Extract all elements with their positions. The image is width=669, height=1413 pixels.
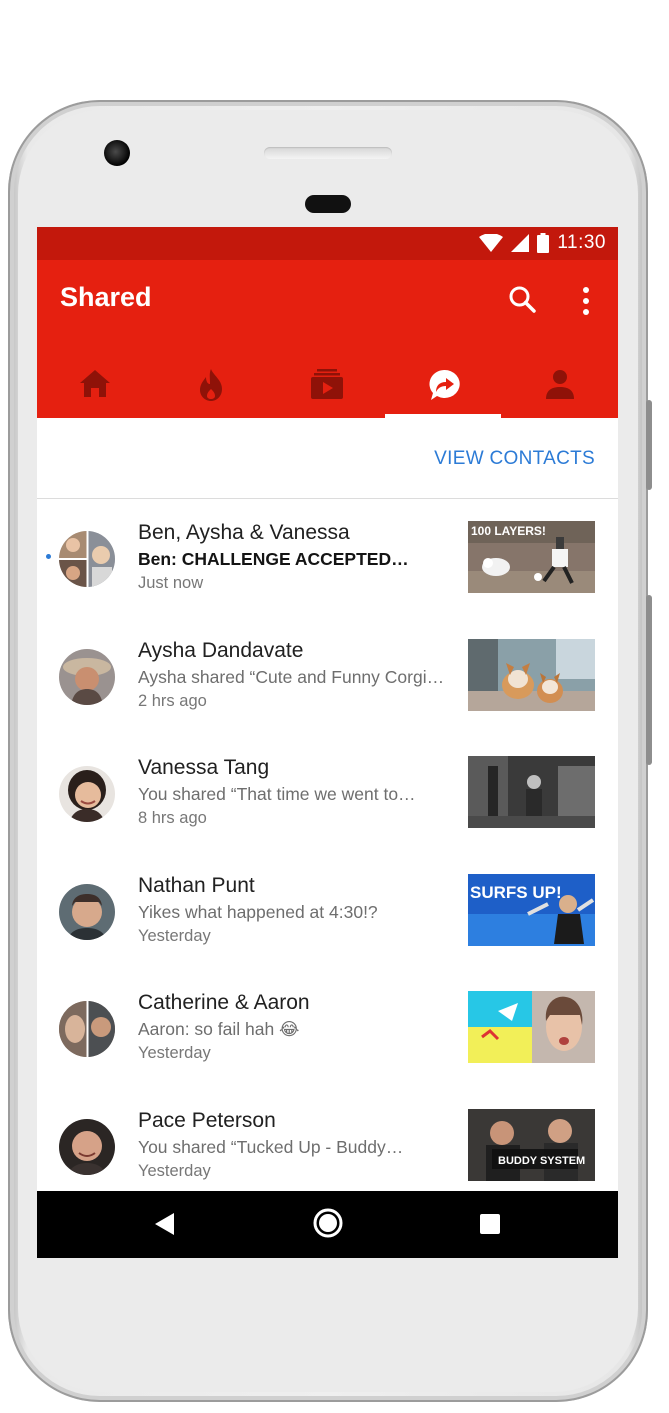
subscriptions-icon bbox=[311, 369, 344, 399]
conversation-row[interactable]: Catherine & Aaron Aaron: so fail hah 😂 Y… bbox=[37, 969, 618, 1087]
system-navigation-bar bbox=[37, 1191, 618, 1258]
home-circle-icon bbox=[313, 1208, 343, 1238]
status-time: 11:30 bbox=[557, 232, 606, 253]
avatar bbox=[59, 1001, 115, 1057]
power-button bbox=[646, 595, 652, 765]
conversation-message: Aysha shared “Cute and Funny Corgi… bbox=[138, 666, 445, 687]
conversation-list: Ben, Aysha & Vanessa Ben: CHALLENGE ACCE… bbox=[37, 499, 618, 1204]
conversation-message: Yikes what happened at 4:30!? bbox=[138, 901, 378, 922]
status-bar: 11:30 bbox=[37, 227, 618, 260]
conversation-row[interactable]: Ben, Aysha & Vanessa Ben: CHALLENGE ACCE… bbox=[37, 499, 618, 617]
back-button[interactable] bbox=[154, 1212, 176, 1241]
conversation-name: Catherine & Aaron bbox=[138, 991, 310, 1014]
view-contacts-button[interactable]: VIEW CONTACTS bbox=[434, 448, 595, 470]
conversation-row[interactable]: Pace Peterson You shared “Tucked Up - Bu… bbox=[37, 1087, 618, 1205]
avatar bbox=[59, 883, 115, 940]
wifi-icon bbox=[479, 234, 504, 252]
recents-icon bbox=[480, 1214, 500, 1234]
more-options-button[interactable] bbox=[574, 284, 598, 318]
conversation-time: 2 hrs ago bbox=[138, 691, 207, 710]
video-thumbnail[interactable] bbox=[468, 638, 595, 711]
back-icon bbox=[155, 1213, 174, 1235]
conversation-row[interactable]: Vanessa Tang You shared “That time we we… bbox=[37, 734, 618, 852]
proximity-sensor bbox=[305, 195, 351, 213]
home-button[interactable] bbox=[313, 1208, 343, 1243]
conversation-message: You shared “Tucked Up - Buddy… bbox=[138, 1136, 404, 1157]
video-thumbnail[interactable]: 100 LAYERS! bbox=[468, 521, 595, 593]
conversation-name: Aysha Dandavate bbox=[138, 638, 304, 662]
battery-icon bbox=[537, 233, 550, 253]
avatar bbox=[59, 766, 115, 822]
tab-subscriptions[interactable] bbox=[269, 360, 385, 418]
thumbnail-caption: BUDDY SYSTEM bbox=[498, 1155, 585, 1167]
conversation-name: Ben, Aysha & Vanessa bbox=[138, 521, 350, 544]
search-icon bbox=[509, 286, 536, 313]
app-bar: Shared bbox=[37, 260, 618, 418]
home-icon bbox=[80, 370, 111, 397]
conversation-message: You shared “That time we went to… bbox=[138, 784, 416, 804]
signal-icon bbox=[511, 234, 530, 252]
contacts-bar: VIEW CONTACTS bbox=[37, 418, 618, 499]
screen: 11:30 Shared VIEW CONTACTS Ben, Aysha & … bbox=[37, 227, 618, 1258]
shared-icon bbox=[429, 369, 460, 400]
conversation-name: Pace Peterson bbox=[138, 1108, 276, 1132]
search-button[interactable] bbox=[507, 284, 539, 316]
thumbnail-caption: SURFS UP! bbox=[470, 883, 562, 902]
tab-bar bbox=[37, 360, 618, 418]
tab-shared[interactable] bbox=[386, 360, 502, 418]
volume-button bbox=[646, 400, 652, 490]
more-vert-icon bbox=[583, 287, 589, 315]
trending-icon bbox=[200, 369, 223, 401]
avatar bbox=[59, 1118, 115, 1175]
tab-account[interactable] bbox=[502, 360, 618, 418]
conversation-time: Yesterday bbox=[138, 1044, 211, 1062]
tab-trending[interactable] bbox=[153, 360, 269, 418]
front-camera bbox=[104, 140, 130, 166]
video-thumbnail[interactable] bbox=[468, 756, 595, 828]
unread-indicator bbox=[46, 554, 51, 559]
conversation-row[interactable]: Nathan Punt Yikes what happened at 4:30!… bbox=[37, 852, 618, 970]
video-thumbnail[interactable]: BUDDY SYSTEM bbox=[468, 1108, 595, 1181]
avatar bbox=[59, 648, 115, 705]
recents-button[interactable] bbox=[480, 1214, 500, 1239]
conversation-time: 8 hrs ago bbox=[138, 809, 207, 827]
video-thumbnail[interactable]: SURFS UP! bbox=[468, 873, 595, 946]
conversation-time: Yesterday bbox=[138, 926, 211, 945]
account-icon bbox=[545, 370, 574, 399]
conversation-message: Aaron: so fail hah 😂 bbox=[138, 1019, 300, 1039]
conversation-row[interactable]: Aysha Dandavate Aysha shared “Cute and F… bbox=[37, 617, 618, 735]
earpiece-speaker bbox=[264, 147, 392, 159]
video-thumbnail[interactable] bbox=[468, 991, 595, 1063]
conversation-time: Yesterday bbox=[138, 1161, 211, 1180]
conversation-name: Nathan Punt bbox=[138, 873, 255, 897]
conversation-message: Ben: CHALLENGE ACCEPTED… bbox=[138, 549, 409, 569]
conversation-name: Vanessa Tang bbox=[138, 756, 270, 779]
thumbnail-caption: 100 LAYERS! bbox=[471, 524, 546, 538]
conversation-time: Just now bbox=[138, 574, 204, 592]
avatar bbox=[59, 531, 115, 587]
tab-home[interactable] bbox=[37, 360, 153, 418]
page-title: Shared bbox=[60, 282, 152, 312]
